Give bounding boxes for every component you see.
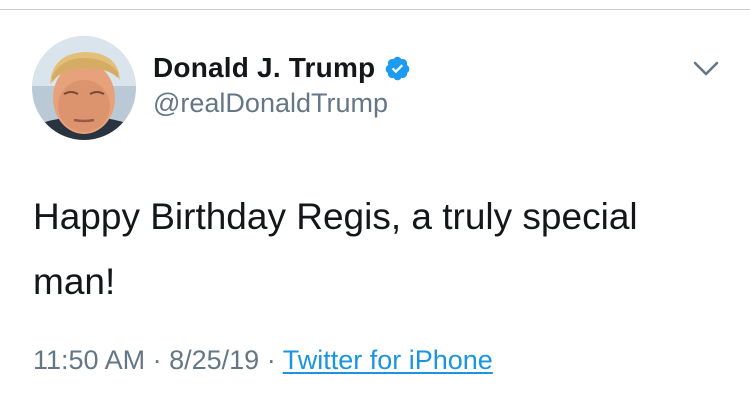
chevron-down-icon[interactable]	[691, 57, 721, 81]
tweet-text: Happy Birthday Regis, a truly special ma…	[33, 196, 638, 302]
author-handle[interactable]: @realDonaldTrump	[153, 88, 388, 119]
avatar-image	[32, 36, 136, 140]
avatar[interactable]	[32, 36, 136, 140]
top-divider	[0, 9, 750, 10]
meta-separator: ·	[152, 345, 162, 375]
tweet-source-link[interactable]: Twitter for iPhone	[283, 345, 493, 375]
verified-badge-icon	[384, 55, 411, 82]
tweet-meta: 11:50 AM · 8/25/19 · Twitter for iPhone	[33, 345, 493, 376]
tweet-date[interactable]: 8/25/19	[169, 345, 259, 375]
meta-separator: ·	[266, 345, 276, 375]
author-display-name[interactable]: Donald J. Trump	[153, 52, 375, 84]
author-name-row[interactable]: Donald J. Trump	[153, 50, 411, 86]
tweet-time[interactable]: 11:50 AM	[33, 345, 145, 375]
